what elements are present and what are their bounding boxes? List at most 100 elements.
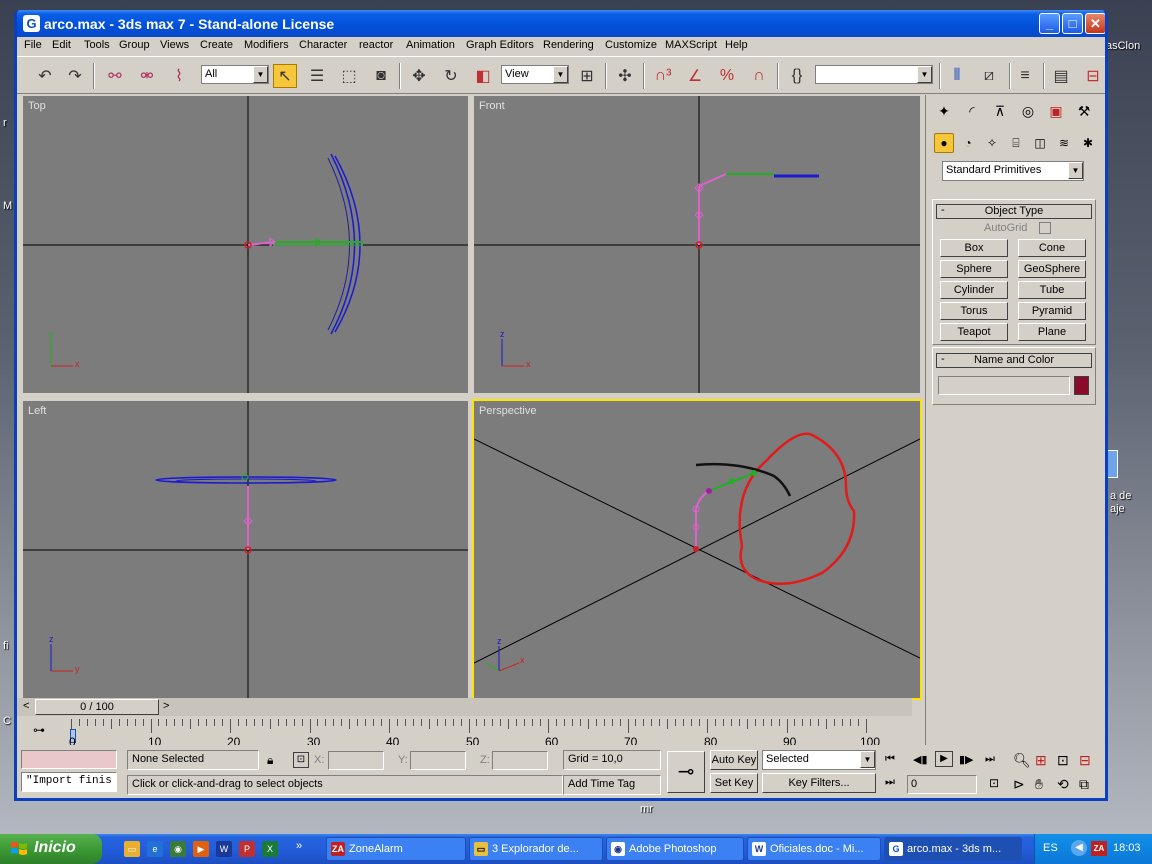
motion-tab-icon[interactable]: ◎	[1016, 99, 1040, 123]
key-icon[interactable]: ⊸	[667, 751, 705, 793]
menu-reactor[interactable]: reactor	[359, 39, 393, 51]
pivot-center-icon[interactable]: ⊞	[575, 64, 599, 88]
zonealarm-tray-icon[interactable]: ZA	[1091, 841, 1107, 856]
display-tab-icon[interactable]: ▣	[1044, 99, 1068, 123]
cylinder-button[interactable]: Cylinder	[940, 281, 1008, 299]
powerpoint-quicklaunch-icon[interactable]: P	[239, 841, 255, 857]
minimize-button[interactable]: _	[1039, 13, 1060, 34]
bind-to-space-warp-icon[interactable]: ⌇	[167, 64, 191, 88]
task-explorer[interactable]: ▭ 3 Explorador de...	[469, 837, 603, 861]
maxscript-listener-top[interactable]	[21, 750, 117, 769]
viewport-top[interactable]: Top y x	[21, 94, 470, 395]
cone-button[interactable]: Cone	[1018, 239, 1086, 257]
mirror-icon[interactable]: ⫴	[945, 64, 969, 88]
schematic-view-icon[interactable]: ⊟	[1081, 64, 1105, 88]
x-coordinate-field[interactable]	[328, 751, 384, 770]
chevron-down-icon[interactable]: ▼	[553, 66, 568, 83]
edit-named-selections-icon[interactable]: {}	[785, 64, 809, 88]
quicklaunch-overflow-icon[interactable]: »	[296, 840, 302, 852]
selection-filter-dropdown[interactable]: All ▼	[201, 65, 269, 84]
systems-icon[interactable]: ✱	[1078, 133, 1098, 153]
geometry-icon[interactable]: ●	[934, 133, 954, 153]
viewport-front[interactable]: Front z x	[472, 94, 922, 395]
task-word[interactable]: W Oficiales.doc - Mi...	[747, 837, 881, 861]
menu-group[interactable]: Group	[119, 39, 150, 51]
maxscript-listener-output[interactable]: "Import finis	[21, 772, 117, 792]
menu-rendering[interactable]: Rendering	[543, 39, 594, 51]
play-icon[interactable]: ▶	[935, 751, 953, 767]
helpers-icon[interactable]: ◫	[1030, 133, 1050, 153]
menu-modifiers[interactable]: Modifiers	[244, 39, 289, 51]
rectangular-selection-icon[interactable]: ⬚	[337, 64, 361, 88]
select-manipulate-icon[interactable]: ✣	[613, 64, 637, 88]
menu-animation[interactable]: Animation	[406, 39, 455, 51]
start-button[interactable]: Inicio	[0, 834, 102, 864]
chevron-down-icon[interactable]: ▼	[917, 66, 932, 83]
key-filters-button[interactable]: Key Filters...	[762, 773, 876, 793]
shapes-icon[interactable]: ◔	[958, 133, 978, 153]
task-zonealarm[interactable]: ZA ZoneAlarm	[326, 837, 466, 861]
space-warps-icon[interactable]: ≋	[1054, 133, 1074, 153]
time-configuration-icon[interactable]: ⊡	[989, 776, 999, 790]
arc-rotate-icon[interactable]: ⟲	[1057, 776, 1069, 793]
viewport-left[interactable]: Left z y	[21, 399, 470, 700]
key-mode-dropdown[interactable]: Selected ▼	[762, 750, 876, 770]
fov-icon[interactable]: ⊳	[1013, 776, 1025, 793]
spinner-snap-icon[interactable]: ∩	[747, 64, 771, 88]
language-indicator[interactable]: ES	[1043, 842, 1058, 854]
object-type-header[interactable]: - Object Type	[936, 204, 1092, 219]
chevron-down-icon[interactable]: ▼	[860, 751, 875, 768]
task-3dsmax[interactable]: G arco.max - 3ds m...	[884, 837, 1022, 861]
tube-button[interactable]: Tube	[1018, 281, 1086, 299]
select-object-icon[interactable]: ↖	[273, 64, 297, 88]
3dsmax-app-icon[interactable]: G	[23, 15, 40, 32]
menu-views[interactable]: Views	[160, 39, 189, 51]
time-next-arrow[interactable]: >	[163, 700, 169, 712]
torus-button[interactable]: Torus	[940, 302, 1008, 320]
redo-icon[interactable]: ↷	[63, 64, 87, 88]
ie-quicklaunch-icon[interactable]: e	[147, 841, 163, 857]
next-frame-icon[interactable]: ▮▶	[959, 753, 974, 766]
word-quicklaunch-icon[interactable]: W	[216, 841, 232, 857]
utilities-tab-icon[interactable]: ⚒	[1072, 99, 1096, 123]
geosphere-button[interactable]: GeoSphere	[1018, 260, 1086, 278]
angle-snap-icon[interactable]: ∠	[683, 64, 707, 88]
menu-file[interactable]: File	[24, 39, 42, 51]
layer-manager-icon[interactable]: ≡	[1013, 64, 1037, 88]
plane-button[interactable]: Plane	[1018, 323, 1086, 341]
chevron-down-icon[interactable]: ▼	[253, 66, 268, 83]
app-quicklaunch-icon[interactable]: ◉	[170, 841, 186, 857]
lights-icon[interactable]: ✧	[982, 133, 1002, 153]
percent-snap-icon[interactable]: %	[715, 64, 739, 88]
scale-icon[interactable]: ◧	[471, 64, 495, 88]
object-name-field[interactable]	[938, 376, 1070, 395]
menu-graph-editors[interactable]: Graph Editors	[466, 39, 534, 51]
move-icon[interactable]: ✥	[407, 64, 431, 88]
chevron-down-icon[interactable]: ▼	[1068, 162, 1083, 179]
object-color-swatch[interactable]	[1074, 376, 1089, 395]
key-mode-toggle-icon[interactable]: ⏭	[885, 776, 895, 789]
time-slider-track[interactable]: < 0 / 100 >	[17, 698, 912, 716]
goto-end-icon[interactable]: ⏭	[985, 753, 995, 766]
mini-curve-editor-icon[interactable]: ⊶	[33, 723, 53, 741]
title-bar[interactable]: G arco.max - 3ds max 7 - Stand-alone Lic…	[17, 10, 1105, 37]
autogrid-checkbox[interactable]	[1039, 222, 1051, 234]
curve-editor-icon[interactable]: ▤	[1049, 64, 1073, 88]
tray-expand-icon[interactable]: ◀	[1071, 840, 1087, 856]
create-tab-icon[interactable]: ✦	[932, 99, 956, 123]
close-button[interactable]: ✕	[1085, 13, 1105, 34]
lock-icon[interactable]: 🔒︎	[267, 753, 273, 768]
pan-hand-icon[interactable]: ✋︎	[1035, 776, 1043, 793]
viewport-perspective[interactable]: Perspective z x	[472, 399, 922, 700]
object-category-dropdown[interactable]: Standard Primitives ▼	[942, 161, 1084, 181]
z-coordinate-field[interactable]	[492, 751, 548, 770]
hierarchy-tab-icon[interactable]: ⊼	[988, 99, 1012, 123]
reference-coordinate-dropdown[interactable]: View ▼	[501, 65, 569, 84]
select-and-link-icon[interactable]: ⚯	[103, 64, 127, 88]
named-selection-sets-dropdown[interactable]: ▼	[815, 65, 933, 84]
zoom-extents-all-icon[interactable]: ⊟	[1079, 752, 1091, 769]
window-crossing-icon[interactable]: ◙	[369, 64, 393, 88]
menu-help[interactable]: Help	[725, 39, 748, 51]
clock[interactable]: 18:03	[1113, 842, 1141, 854]
auto-key-button[interactable]: Auto Key	[710, 750, 758, 770]
